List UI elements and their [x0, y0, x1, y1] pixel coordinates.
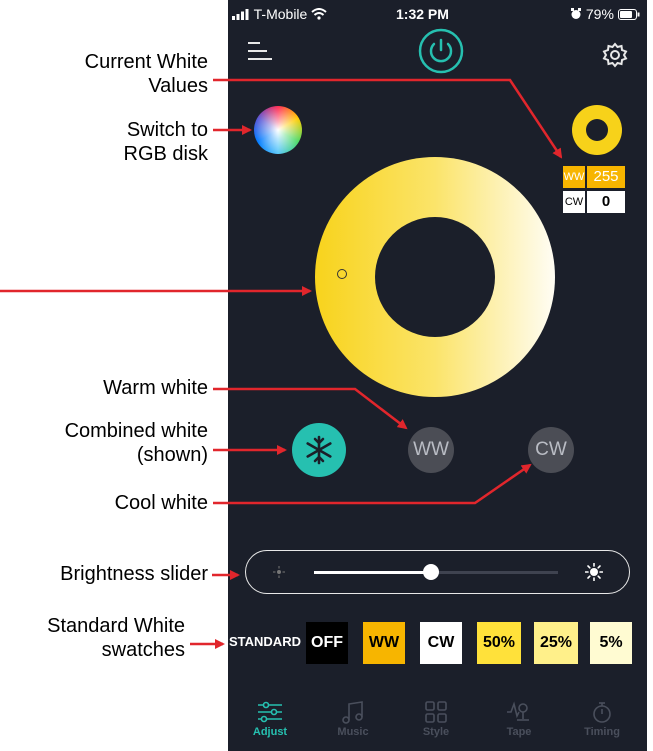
arrow-warm-white: [213, 387, 408, 430]
arrow-cool-white: [213, 463, 532, 505]
annotation-arrows: [0, 78, 563, 649]
arrow-current-values: [213, 78, 563, 159]
